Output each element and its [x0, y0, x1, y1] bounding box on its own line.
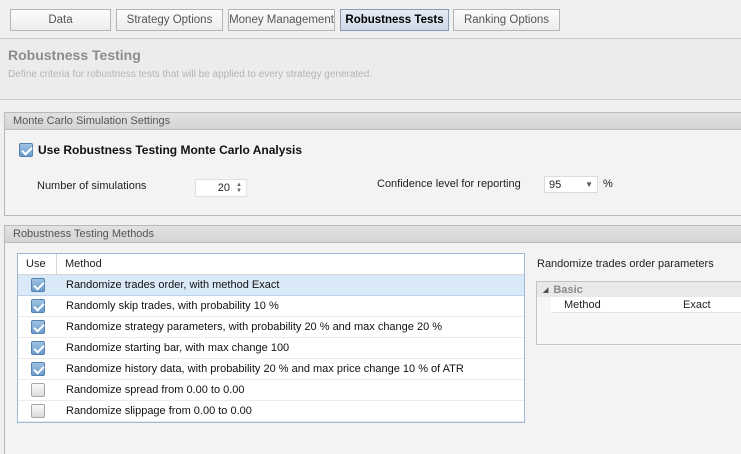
- simulations-value: 20: [217, 182, 231, 194]
- params-title: Randomize trades order parameters: [537, 258, 714, 270]
- row-use-cell: [18, 299, 57, 313]
- table-row[interactable]: Randomize slippage from 0.00 to 0.00: [18, 401, 524, 422]
- page-description: Define criteria for robustness tests tha…: [8, 69, 373, 80]
- chevron-down-icon[interactable]: ▼: [585, 180, 593, 189]
- table-row[interactable]: Randomize trades order, with method Exac…: [18, 275, 524, 296]
- row-use-cell: [18, 383, 57, 397]
- tab-bar: Data Strategy Options Money Management R…: [0, 0, 741, 38]
- table-row[interactable]: Randomize strategy parameters, with prob…: [18, 317, 524, 338]
- confidence-level-select[interactable]: 95 ▼: [544, 176, 598, 193]
- confidence-label: Confidence level for reporting: [377, 178, 521, 190]
- params-category-basic[interactable]: ◢ Basic: [537, 282, 741, 297]
- collapse-triangle-icon[interactable]: ◢: [543, 286, 548, 294]
- checkbox-checked-icon[interactable]: [30, 320, 45, 334]
- row-use-cell: [18, 320, 57, 334]
- params-value[interactable]: Exact: [683, 299, 711, 311]
- monte-carlo-settings-group: Monte Carlo Simulation Settings Use Robu…: [4, 112, 741, 216]
- row-method-label: Randomize starting bar, with max change …: [66, 342, 290, 354]
- row-use-cell: [18, 404, 57, 418]
- methods-table: Use Method Randomize trades order, with …: [17, 253, 525, 423]
- column-header-method[interactable]: Method: [57, 254, 524, 274]
- table-row[interactable]: Randomize starting bar, with max change …: [18, 338, 524, 359]
- methods-table-body: Randomize trades order, with method Exac…: [18, 275, 524, 423]
- checkbox-unchecked-icon[interactable]: [30, 383, 45, 397]
- monte-carlo-group-title: Monte Carlo Simulation Settings: [5, 113, 741, 130]
- row-method-label: Randomize trades order, with method Exac…: [66, 279, 280, 291]
- checkbox-checked-icon[interactable]: [30, 299, 45, 313]
- tab-ranking-options[interactable]: Ranking Options: [453, 9, 560, 31]
- confidence-unit: %: [603, 178, 613, 190]
- use-monte-carlo-label: Use Robustness Testing Monte Carlo Analy…: [38, 143, 303, 157]
- methods-group-title: Robustness Testing Methods: [5, 226, 741, 243]
- page-header: Robustness Testing Define criteria for r…: [0, 38, 741, 100]
- row-method-label: Randomize strategy parameters, with prob…: [66, 321, 443, 333]
- robustness-methods-group: Robustness Testing Methods Use Method Ra…: [4, 225, 741, 454]
- column-header-use[interactable]: Use: [18, 254, 57, 274]
- simulations-spinner[interactable]: 20 ▲ ▼: [195, 179, 247, 197]
- simulations-label: Number of simulations: [37, 180, 147, 192]
- params-category-label: Basic: [553, 283, 583, 296]
- params-row-method[interactable]: Method Exact: [551, 297, 741, 313]
- checkbox-checked-icon[interactable]: [30, 278, 45, 292]
- checkbox-checked-icon[interactable]: [19, 143, 33, 157]
- page-title: Robustness Testing: [8, 47, 141, 63]
- checkbox-unchecked-icon[interactable]: [30, 404, 45, 418]
- tab-data[interactable]: Data: [10, 9, 111, 31]
- params-key: Method: [564, 298, 601, 311]
- checkbox-checked-icon[interactable]: [30, 362, 45, 376]
- tab-money-management[interactable]: Money Management: [228, 9, 335, 31]
- table-row[interactable]: Randomize history data, with probability…: [18, 359, 524, 380]
- confidence-value: 95: [549, 178, 562, 191]
- methods-table-header: Use Method: [18, 254, 524, 275]
- tab-strategy-options[interactable]: Strategy Options: [116, 9, 223, 31]
- row-method-label: Randomize slippage from 0.00 to 0.00: [66, 405, 252, 417]
- table-row[interactable]: Randomize min distance from price from 0…: [18, 422, 524, 423]
- tab-robustness-tests[interactable]: Robustness Tests: [340, 9, 449, 31]
- spinner-arrows-icon[interactable]: ▲ ▼: [236, 182, 242, 194]
- row-use-cell: [18, 362, 57, 376]
- row-method-label: Randomize spread from 0.00 to 0.00: [66, 384, 245, 396]
- use-monte-carlo-checkbox[interactable]: Use Robustness Testing Monte Carlo Analy…: [19, 143, 302, 157]
- table-row[interactable]: Randomize spread from 0.00 to 0.00: [18, 380, 524, 401]
- row-use-cell: [18, 341, 57, 355]
- row-use-cell: [18, 278, 57, 292]
- row-method-label: Randomize history data, with probability…: [66, 363, 464, 375]
- params-property-grid: ◢ Basic Method Exact: [536, 281, 741, 345]
- table-row[interactable]: Randomly skip trades, with probability 1…: [18, 296, 524, 317]
- checkbox-checked-icon[interactable]: [30, 341, 45, 355]
- row-method-label: Randomly skip trades, with probability 1…: [66, 300, 279, 312]
